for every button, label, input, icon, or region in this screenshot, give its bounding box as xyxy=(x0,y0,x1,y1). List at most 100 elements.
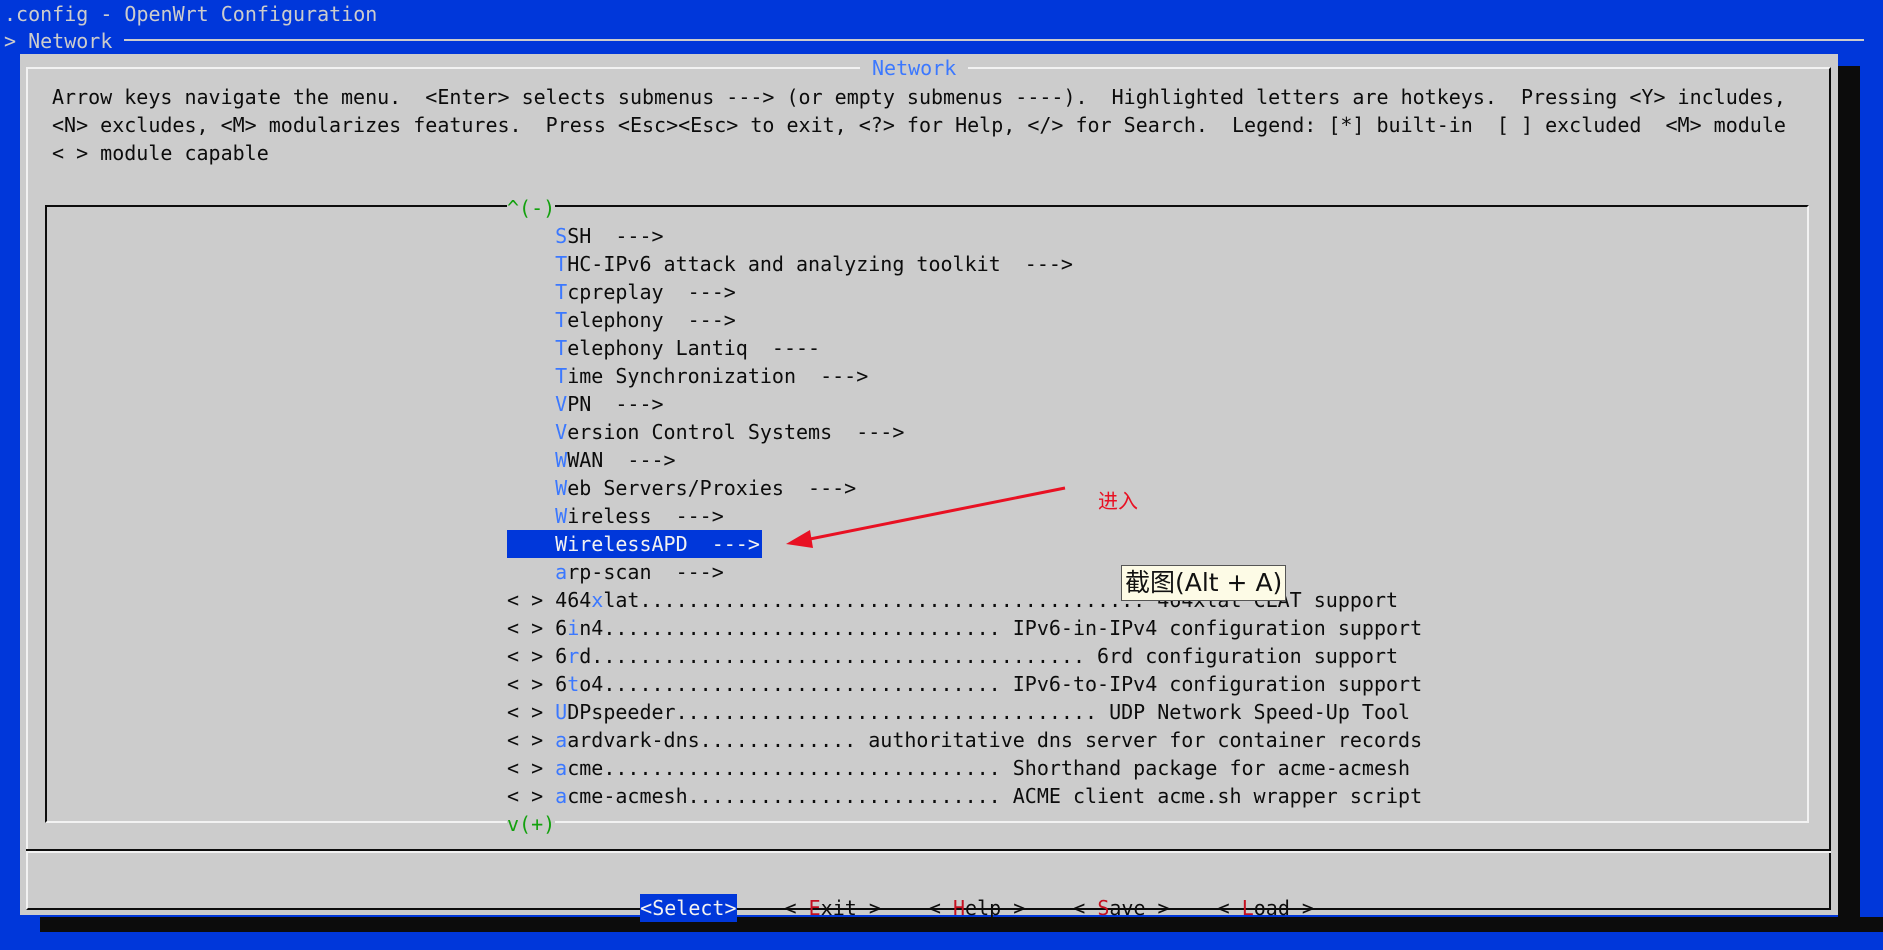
menu-item-lead: 6 xyxy=(555,616,568,640)
load-button-hotkey: L xyxy=(1241,896,1254,920)
menu-item-label: ireless ---> xyxy=(567,504,724,528)
menu-item-hotkey: U xyxy=(555,700,568,724)
menu-item-label: DPspeeder...............................… xyxy=(567,700,1411,724)
menu-item-label: rp-scan ---> xyxy=(567,560,724,584)
menu-item-hotkey: r xyxy=(567,644,580,668)
menu-item-checkbox[interactable]: < > xyxy=(507,728,555,752)
menu-item[interactable]: Time Synchronization ---> xyxy=(507,362,1422,390)
menu-item-hotkey: a xyxy=(555,560,568,584)
menu-item-label: elephony ---> xyxy=(567,308,736,332)
menu-item[interactable]: Telephony Lantiq ---- xyxy=(507,334,1422,362)
menu-item-hotkey: x xyxy=(591,588,604,612)
save-button-left: < xyxy=(1073,896,1098,920)
menu-item-checkbox[interactable]: < > xyxy=(507,644,555,668)
window-title: .config - OpenWrt Configuration xyxy=(4,2,378,26)
menu-item[interactable]: < > acme-acmesh.........................… xyxy=(507,782,1422,810)
menu-item-label: ersion Control Systems ---> xyxy=(567,420,905,444)
help-line-1: Arrow keys navigate the menu. <Enter> se… xyxy=(52,85,1786,109)
menu-item-checkbox[interactable]: < > xyxy=(507,616,555,640)
select-button-label: elect xyxy=(664,896,725,920)
select-button-hotkey: S xyxy=(652,896,665,920)
select-button-right: > xyxy=(724,896,737,920)
menu-item-checkbox[interactable]: < > xyxy=(507,672,555,696)
help-button-hotkey: H xyxy=(952,896,966,920)
menu-item[interactable]: < > aardvark-dns............. authoritat… xyxy=(507,726,1422,754)
menu-item-hotkey: i xyxy=(567,616,580,640)
menu-item-checkbox[interactable]: < > xyxy=(507,700,555,724)
load-button-label: oad xyxy=(1253,896,1290,920)
exit-button-left: < xyxy=(784,896,809,920)
menu-item[interactable]: THC-IPv6 attack and analyzing toolkit --… xyxy=(507,250,1422,278)
menu-item-label: cme................................. Sho… xyxy=(567,756,1411,780)
menu-item-label: irelessAPD ---> xyxy=(567,532,760,556)
menu-item-label: ime Synchronization ---> xyxy=(567,364,869,388)
breadcrumb-rule xyxy=(124,39,1864,41)
menu-item-hotkey: a xyxy=(555,756,568,780)
breadcrumb: > Network xyxy=(4,29,113,53)
menu-item-label: WAN ---> xyxy=(567,448,676,472)
help-button-left: < xyxy=(928,896,953,920)
menu-item[interactable]: SSH ---> xyxy=(507,222,1422,250)
scroll-up-indicator[interactable]: ^(-) xyxy=(507,194,556,222)
menu-item-hotkey: t xyxy=(567,672,580,696)
button-bar: <Select> < Exit > < Help > < Save > < Load > xyxy=(592,866,1314,950)
menu-item[interactable]: Telephony ---> xyxy=(507,306,1422,334)
menu-item-hotkey: T xyxy=(555,280,568,304)
help-button-label: elp xyxy=(965,896,1002,920)
menu-item[interactable]: Version Control Systems ---> xyxy=(507,418,1422,446)
help-text: Arrow keys navigate the menu. <Enter> se… xyxy=(52,83,1786,167)
menu-item-lead: 6 xyxy=(555,644,568,668)
exit-button[interactable]: < Exit > xyxy=(785,894,881,922)
menuconfig-dialog: Network Arrow keys navigate the menu. <E… xyxy=(20,54,1838,922)
menu-item-label: elephony Lantiq ---- xyxy=(567,336,821,360)
menu-item[interactable]: Web Servers/Proxies ---> xyxy=(507,474,1422,502)
load-button[interactable]: < Load > xyxy=(1218,894,1314,922)
menu-item-hotkey: V xyxy=(555,392,568,416)
save-button-right: > xyxy=(1145,896,1170,920)
menu-item[interactable]: Wireless ---> xyxy=(507,502,1422,530)
scroll-down-indicator[interactable]: v(+) xyxy=(507,810,556,838)
menu-item[interactable]: < > UDPspeeder..........................… xyxy=(507,698,1422,726)
menu-item-label: cpreplay ---> xyxy=(567,280,736,304)
menu-item-lead: 464 xyxy=(555,588,592,612)
menu-item-hotkey: a xyxy=(555,728,568,752)
menu-item-hotkey: T xyxy=(555,252,568,276)
load-button-right: > xyxy=(1289,896,1314,920)
menu-item-checkbox[interactable]: < > xyxy=(507,784,555,808)
menu-item-hotkey: S xyxy=(555,224,568,248)
dialog-shadow-right xyxy=(1838,66,1860,932)
menu-item-label: ardvark-dns............. authoritative d… xyxy=(567,728,1423,752)
menu-item-checkbox[interactable]: < > xyxy=(507,588,555,612)
save-button[interactable]: < Save > xyxy=(1073,894,1169,922)
menu-item-hotkey: W xyxy=(555,504,568,528)
menu-item[interactable]: Tcpreplay ---> xyxy=(507,278,1422,306)
menu-item[interactable]: < > 6rd.................................… xyxy=(507,642,1422,670)
exit-button-right: > xyxy=(856,896,881,920)
menu-item-lead: 6 xyxy=(555,672,568,696)
menu-item-selected[interactable]: WirelessAPD ---> xyxy=(507,530,762,558)
menu-item-checkbox[interactable]: < > xyxy=(507,756,555,780)
menu-item[interactable]: < > 6in4................................… xyxy=(507,614,1422,642)
menu-item-hotkey: T xyxy=(555,308,568,332)
menu-item[interactable]: < > 6to4................................… xyxy=(507,670,1422,698)
save-button-label: ave xyxy=(1109,896,1146,920)
menu-item-hotkey: T xyxy=(555,364,568,388)
select-button-left: < xyxy=(640,896,653,920)
save-button-hotkey: S xyxy=(1097,896,1110,920)
select-button[interactable]: <Select> xyxy=(640,894,737,922)
menu-item-label: eb Servers/Proxies ---> xyxy=(567,476,857,500)
menu-item[interactable]: < > acme................................… xyxy=(507,754,1422,782)
dialog-title: Network xyxy=(860,54,969,82)
screenshot-tooltip: 截图(Alt + A) xyxy=(1121,565,1287,601)
help-line-3: < > module capable xyxy=(52,141,269,165)
menu-list: SSH ---> THC-IPv6 attack and analyzing t… xyxy=(507,222,1422,810)
menu-item-hotkey: W xyxy=(555,448,568,472)
menu-item-label: o4................................. IPv6… xyxy=(579,672,1423,696)
menu-item[interactable]: WWAN ---> xyxy=(507,446,1422,474)
menu-item-hotkey: V xyxy=(555,420,568,444)
menu-item-label: n4................................. IPv6… xyxy=(579,616,1423,640)
menu-item-label: SH ---> xyxy=(567,224,664,248)
menu-item-label: cme-acmesh.......................... ACM… xyxy=(567,784,1423,808)
menu-item[interactable]: VPN ---> xyxy=(507,390,1422,418)
help-button[interactable]: < Help > xyxy=(929,894,1025,922)
